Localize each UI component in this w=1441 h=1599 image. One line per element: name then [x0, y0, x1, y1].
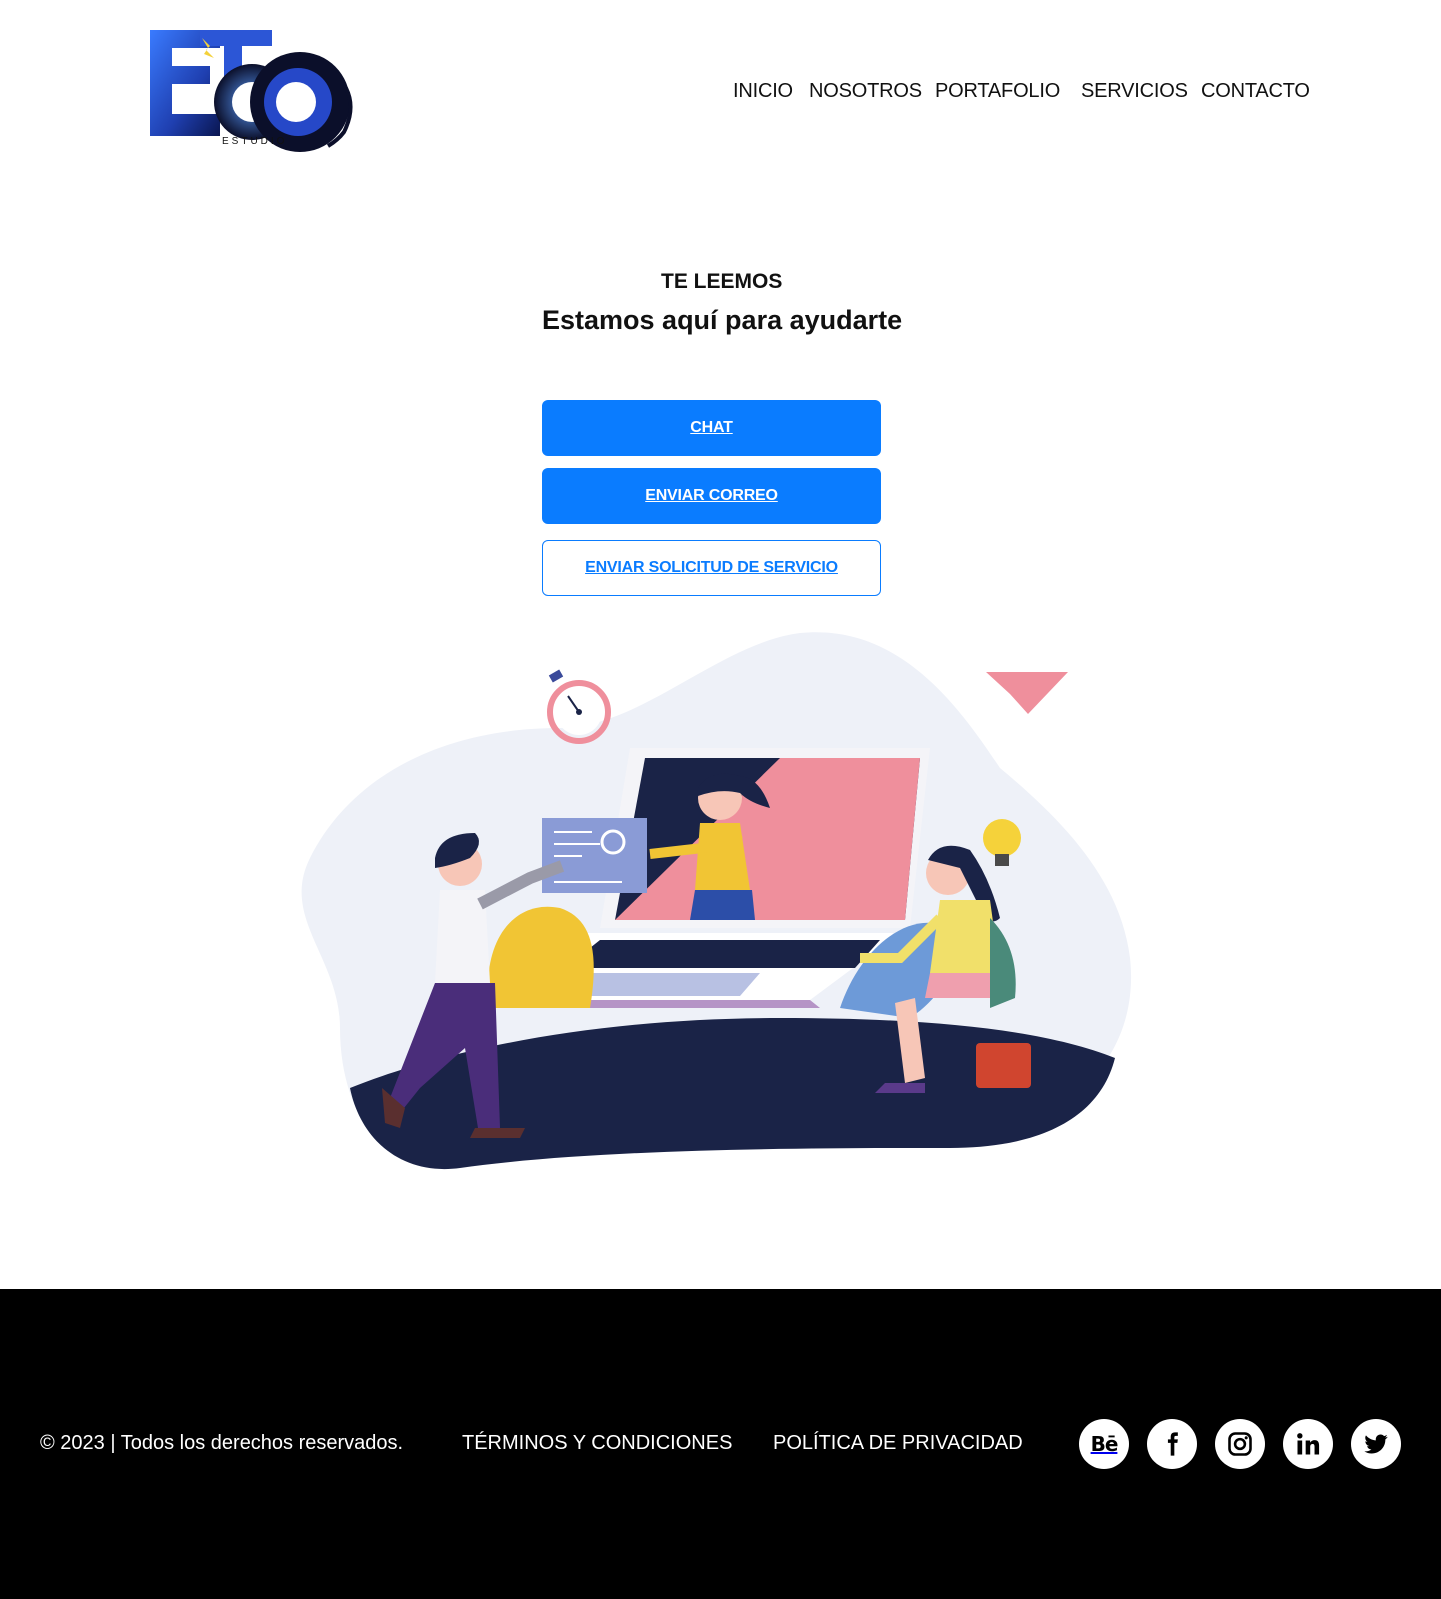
linkedin-icon [1297, 1433, 1320, 1455]
chat-button[interactable]: CHAT [542, 400, 881, 456]
twitter-icon [1364, 1434, 1388, 1454]
main-nav: INICIO NOSOTROS PORTAFOLIO SERVICIOS CON… [0, 80, 1441, 106]
send-email-button[interactable]: ENVIAR CORREO [542, 468, 881, 524]
site-header: ESTUDIO INICIO NOSOTROS PORTAFOLIO SERVI… [0, 0, 1441, 170]
document-card [542, 818, 647, 893]
facebook-icon [1167, 1432, 1178, 1456]
paper-plane-icon [986, 672, 1068, 714]
behance-link[interactable]: Bē [1079, 1419, 1129, 1469]
briefcase-icon [976, 1043, 1031, 1088]
copyright-text: © 2023 | Todos los derechos reservados. [40, 1432, 404, 1454]
site-footer: © 2023 | Todos los derechos reservados. … [0, 1289, 1441, 1599]
page-title: Estamos aquí para ayudarte [542, 305, 903, 335]
instagram-link[interactable] [1215, 1419, 1265, 1469]
stopwatch-icon [547, 669, 611, 744]
eyebrow-text: TE LEEMOS [661, 270, 783, 293]
nav-item-inicio[interactable]: INICIO [733, 80, 793, 103]
facebook-link[interactable] [1147, 1419, 1197, 1469]
contact-illustration [301, 632, 1132, 1170]
nav-item-servicios[interactable]: SERVICIOS [1081, 80, 1188, 103]
behance-icon: Bē [1090, 1432, 1119, 1456]
nav-item-contacto[interactable]: CONTACTO [1201, 80, 1310, 103]
privacy-link[interactable]: POLÍTICA DE PRIVACIDAD [773, 1432, 1023, 1455]
nav-item-nosotros[interactable]: NOSOTROS [809, 80, 922, 103]
service-request-button[interactable]: ENVIAR SOLICITUD DE SERVICIO [542, 540, 881, 596]
logo-subtext: ESTUDIO [222, 136, 288, 147]
twitter-link[interactable] [1351, 1419, 1401, 1469]
instagram-icon [1228, 1432, 1252, 1456]
linkedin-link[interactable] [1283, 1419, 1333, 1469]
nav-item-portafolio[interactable]: PORTAFOLIO [935, 80, 1060, 103]
terms-link[interactable]: TÉRMINOS Y CONDICIONES [462, 1432, 732, 1455]
